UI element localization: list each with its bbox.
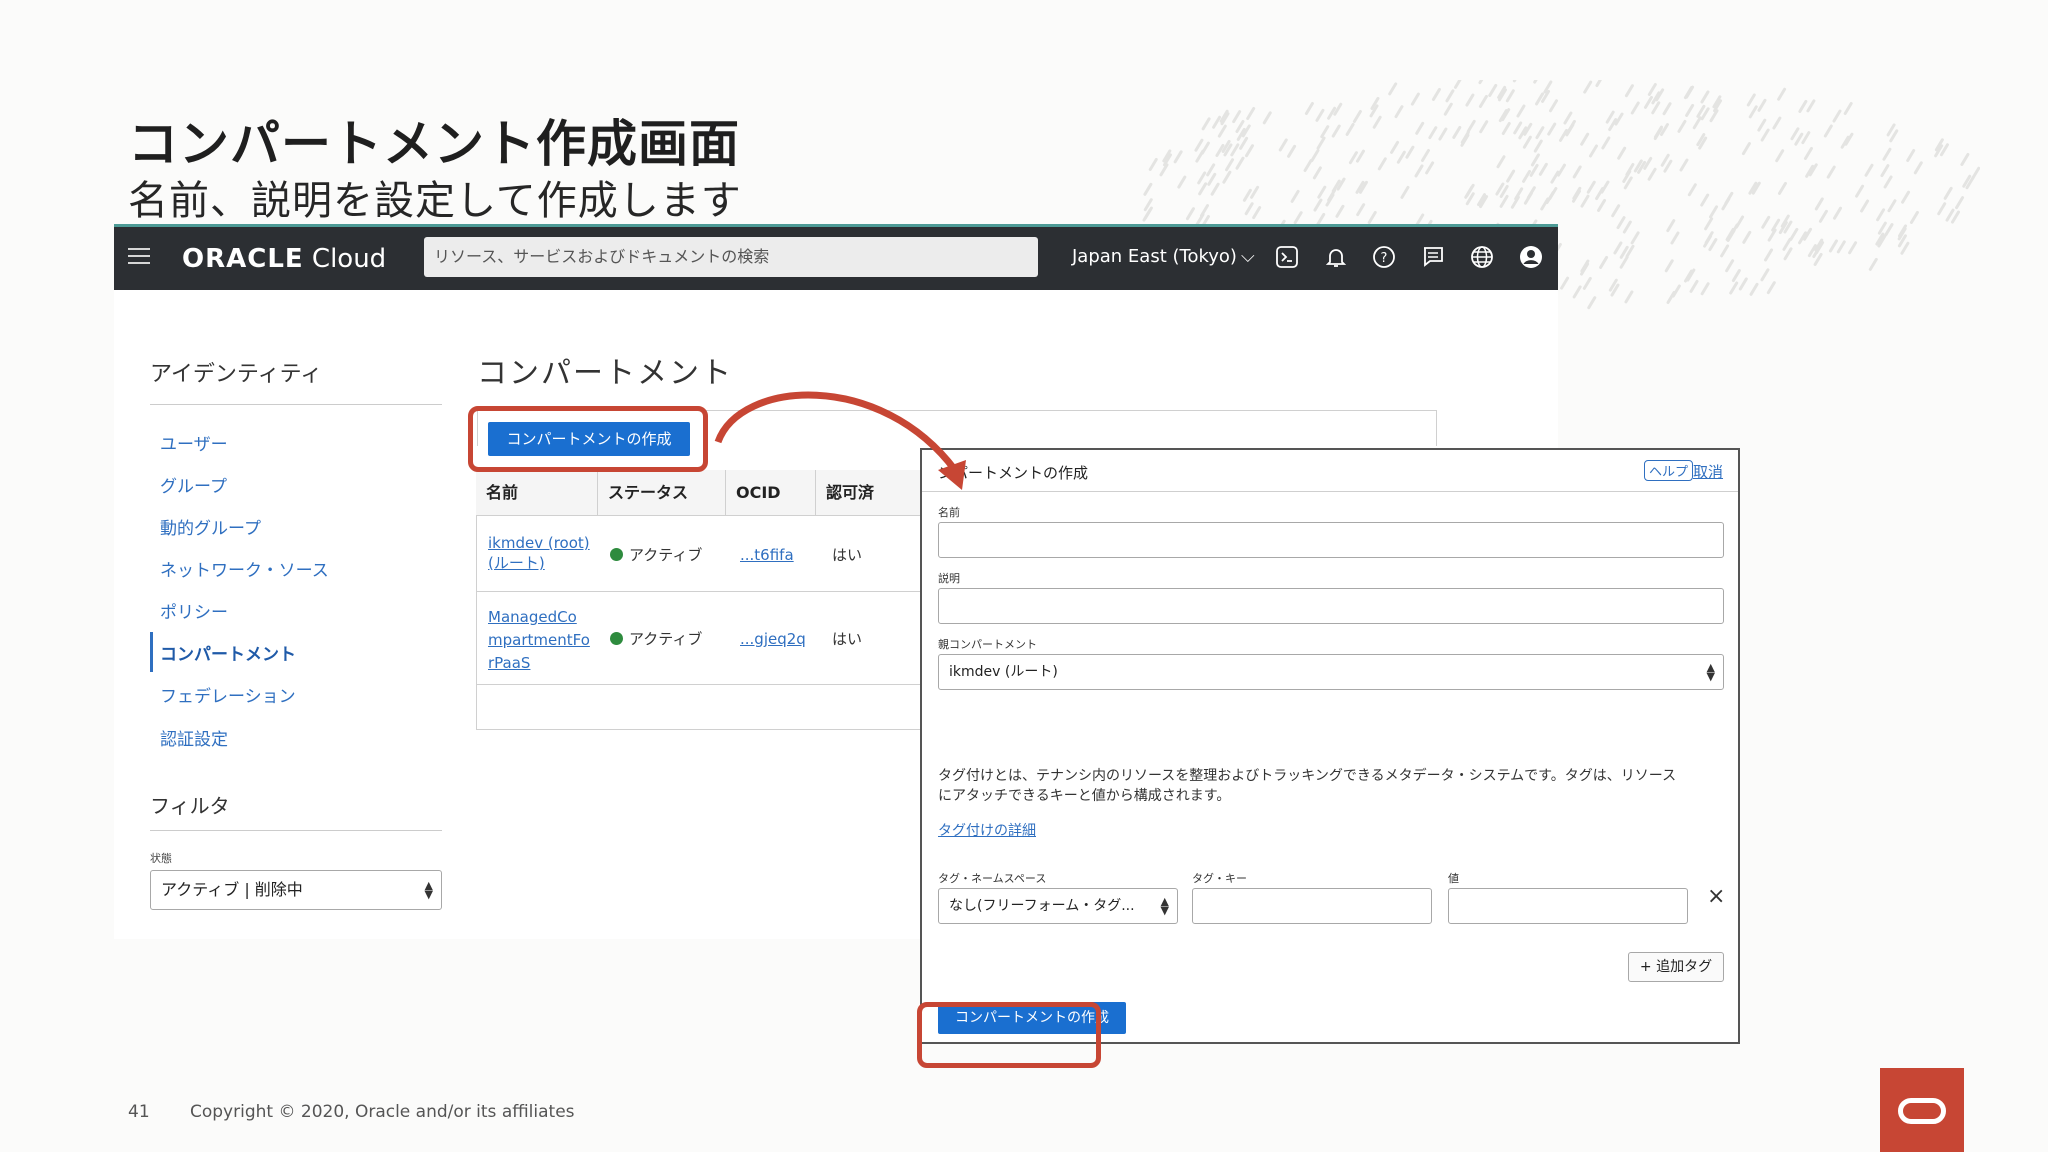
state-select[interactable]: アクティブ | 削除中 ▲ ▼ <box>150 870 442 910</box>
console-topbar: ORACLE Cloud リソース、サービスおよびドキュメントの検索 Japan… <box>114 224 1558 290</box>
copyright: Copyright © 2020, Oracle and/or its affi… <box>190 1102 575 1122</box>
slide-subtitle: 名前、説明を設定して作成します <box>128 178 742 224</box>
oracle-cloud-logo[interactable]: ORACLE Cloud <box>182 244 386 274</box>
sidebar-item-network-sources[interactable]: ネットワーク・ソース <box>160 556 329 581</box>
description-label: 説明 <box>938 572 960 585</box>
authorized-value: はい <box>832 546 863 564</box>
row-divider <box>476 591 921 592</box>
bell-icon[interactable] <box>1323 244 1349 270</box>
svg-text:?: ? <box>1381 251 1388 266</box>
tag-namespace-label: タグ・ネームスペース <box>938 872 1047 885</box>
tag-value-label: 値 <box>1448 872 1459 885</box>
help-icon[interactable]: ? <box>1371 244 1397 270</box>
column-header-name[interactable]: 名前 <box>476 470 598 516</box>
tag-key-field[interactable] <box>1192 888 1432 924</box>
search-input[interactable]: リソース、サービスおよびドキュメントの検索 <box>424 237 1038 277</box>
page-number: 41 <box>128 1102 150 1122</box>
add-tag-button[interactable]: + 追加タグ <box>1628 952 1724 982</box>
ocid-link[interactable]: ...t6fifa <box>740 546 794 564</box>
highlight-frame <box>917 1002 1101 1068</box>
topbar-accent <box>114 224 1558 227</box>
highlight-frame <box>468 406 708 472</box>
slide-title: コンパートメント作成画面 <box>128 115 740 173</box>
tagging-description: タグ付けとは、テナンシ内のリソースを整理およびトラッキングできるメタデータ・シス… <box>938 768 1677 804</box>
status-dot-icon <box>610 632 623 645</box>
sidebar-item-dynamic-groups[interactable]: 動的グループ <box>160 514 261 539</box>
slide: コンパートメント作成画面 名前、説明を設定して作成します ORACLE Clou… <box>0 0 2048 1152</box>
sidebar-item-users[interactable]: ユーザー <box>160 430 228 455</box>
close-icon[interactable]: × <box>1707 884 1725 909</box>
menu-icon[interactable] <box>128 248 150 266</box>
state-label: 状態 <box>150 852 172 865</box>
status-dot-icon <box>610 548 623 561</box>
chat-icon[interactable] <box>1420 244 1446 270</box>
sidebar-item-compartments[interactable]: コンパートメント <box>160 640 296 665</box>
tag-namespace-select[interactable]: なし(フリーフォーム・タグ... ▲ ▼ <box>938 888 1178 924</box>
page-title: コンパートメント <box>477 356 733 391</box>
compartment-name-link[interactable]: ikmdev (root) (ルート) <box>488 534 590 573</box>
divider <box>150 404 442 405</box>
sidebar-item-auth-settings[interactable]: 認証設定 <box>160 725 228 750</box>
globe-icon[interactable] <box>1469 244 1495 270</box>
select-arrows-icon: ▲ ▼ <box>424 879 433 901</box>
name-field[interactable] <box>938 522 1724 558</box>
select-arrows-icon: ▲ ▼ <box>1160 895 1169 917</box>
authorized-value: はい <box>832 630 863 648</box>
sidebar-item-federation[interactable]: フェデレーション <box>160 682 296 707</box>
create-compartment-dialog: ンパートメントの作成 ヘルプ 取消 名前 説明 親コンパートメント ikmdev… <box>920 448 1740 1044</box>
region-selector[interactable]: Japan East (Tokyo) ⌵ <box>1072 246 1255 267</box>
select-arrows-icon: ▲ ▼ <box>1706 661 1715 683</box>
tagging-details-link[interactable]: タグ付けの詳細 <box>938 820 1036 840</box>
divider <box>150 830 442 831</box>
sidebar-item-groups[interactable]: グループ <box>160 472 227 497</box>
status-badge: アクティブ <box>610 544 702 565</box>
active-indicator <box>150 632 153 672</box>
sidebar-item-policies[interactable]: ポリシー <box>160 598 228 623</box>
callout-arrow-icon <box>714 391 966 490</box>
row-divider <box>476 684 921 685</box>
tag-value-field[interactable] <box>1448 888 1688 924</box>
oracle-logo <box>1880 1068 1964 1152</box>
sidebar-heading: アイデンティティ <box>150 362 323 387</box>
dialog-header: ンパートメントの作成 ヘルプ 取消 <box>922 450 1738 492</box>
console-screenshot: ORACLE Cloud リソース、サービスおよびドキュメントの検索 Japan… <box>114 224 1740 1068</box>
cloud-shell-icon[interactable] <box>1274 244 1300 270</box>
tag-key-label: タグ・キー <box>1192 872 1247 885</box>
description-field[interactable] <box>938 588 1724 624</box>
profile-icon[interactable] <box>1518 244 1544 270</box>
parent-compartment-select[interactable]: ikmdev (ルート) ▲ ▼ <box>938 654 1724 690</box>
chevron-down-icon: ⌵ <box>1240 246 1255 267</box>
status-badge: アクティブ <box>610 628 702 649</box>
compartment-name-link[interactable]: ManagedCo mpartmentFo rPaaS <box>488 606 590 675</box>
cancel-link[interactable]: 取消 <box>1693 461 1723 482</box>
ocid-link[interactable]: ...gjeq2q <box>740 630 806 648</box>
parent-compartment-label: 親コンパートメント <box>938 638 1037 651</box>
help-link[interactable]: ヘルプ <box>1644 460 1694 481</box>
filter-heading: フィルタ <box>150 794 230 818</box>
